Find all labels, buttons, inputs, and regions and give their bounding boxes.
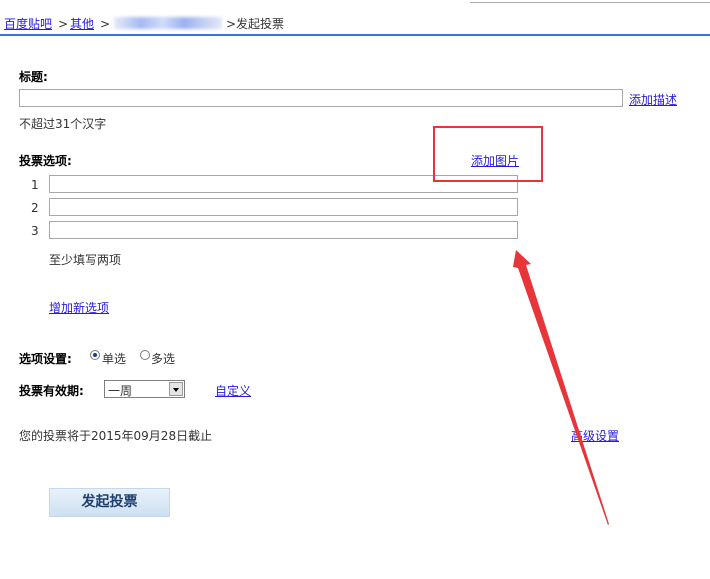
annotation-arrow-icon	[513, 250, 609, 525]
